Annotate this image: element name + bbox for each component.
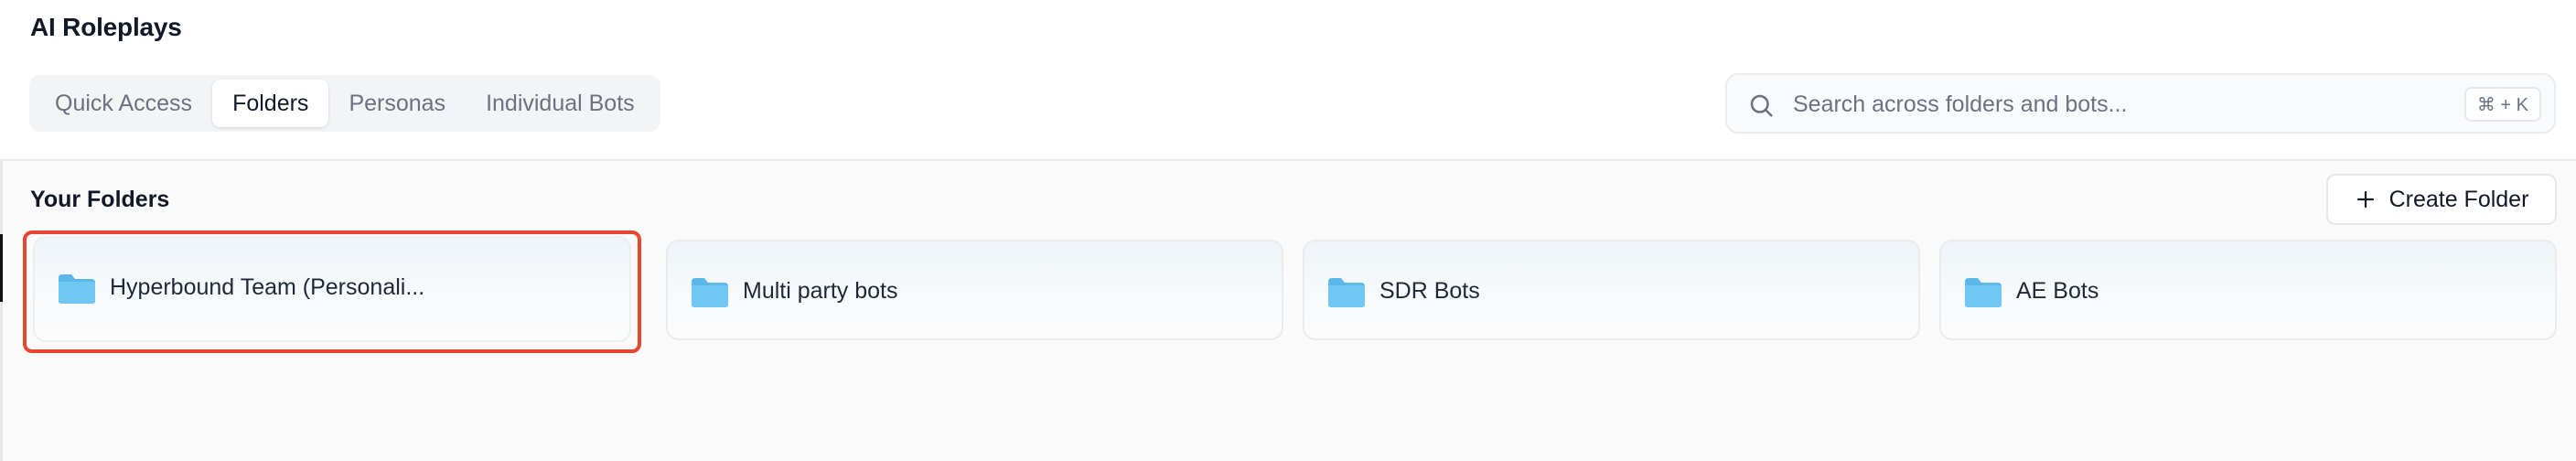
folder-name: Hyperbound Team (Personali... (110, 274, 425, 300)
tab-personas[interactable]: Personas (328, 80, 466, 127)
tab-folders[interactable]: Folders (212, 80, 329, 127)
folder-name: Multi party bots (743, 278, 898, 304)
folder-grid: Hyperbound Team (Personali... Multi part… (3, 161, 2576, 461)
folder-card-sdr-bots[interactable]: SDR Bots (1303, 240, 1920, 340)
folder-name: AE Bots (2016, 278, 2099, 304)
folder-icon (1328, 278, 1365, 307)
search-shortcut-badge: ⌘ + K (2463, 87, 2541, 122)
folder-icon (1965, 278, 2002, 307)
folder-card-hyperbound-team[interactable]: Hyperbound Team (Personali... (33, 236, 631, 342)
view-tabs: Quick Access Folders Personas Individual… (29, 75, 660, 132)
search-bar[interactable]: ⌘ + K (1725, 73, 2556, 134)
page-title: AI Roleplays (30, 13, 182, 41)
folder-name: SDR Bots (1379, 278, 1480, 304)
folder-icon (692, 278, 728, 307)
search-icon (1750, 94, 1773, 117)
folder-card-multi-party-bots[interactable]: Multi party bots (666, 240, 1283, 340)
tab-quick-access[interactable]: Quick Access (35, 80, 212, 127)
folder-card-ae-bots[interactable]: AE Bots (1939, 240, 2557, 340)
folder-icon (59, 274, 95, 304)
page-header: AI Roleplays Quick Access Folders Person… (0, 0, 2576, 161)
folders-panel: Your Folders Create Folder Hyperbound Te… (3, 161, 2576, 461)
tab-individual-bots[interactable]: Individual Bots (466, 80, 655, 127)
search-input[interactable] (1791, 84, 2344, 124)
